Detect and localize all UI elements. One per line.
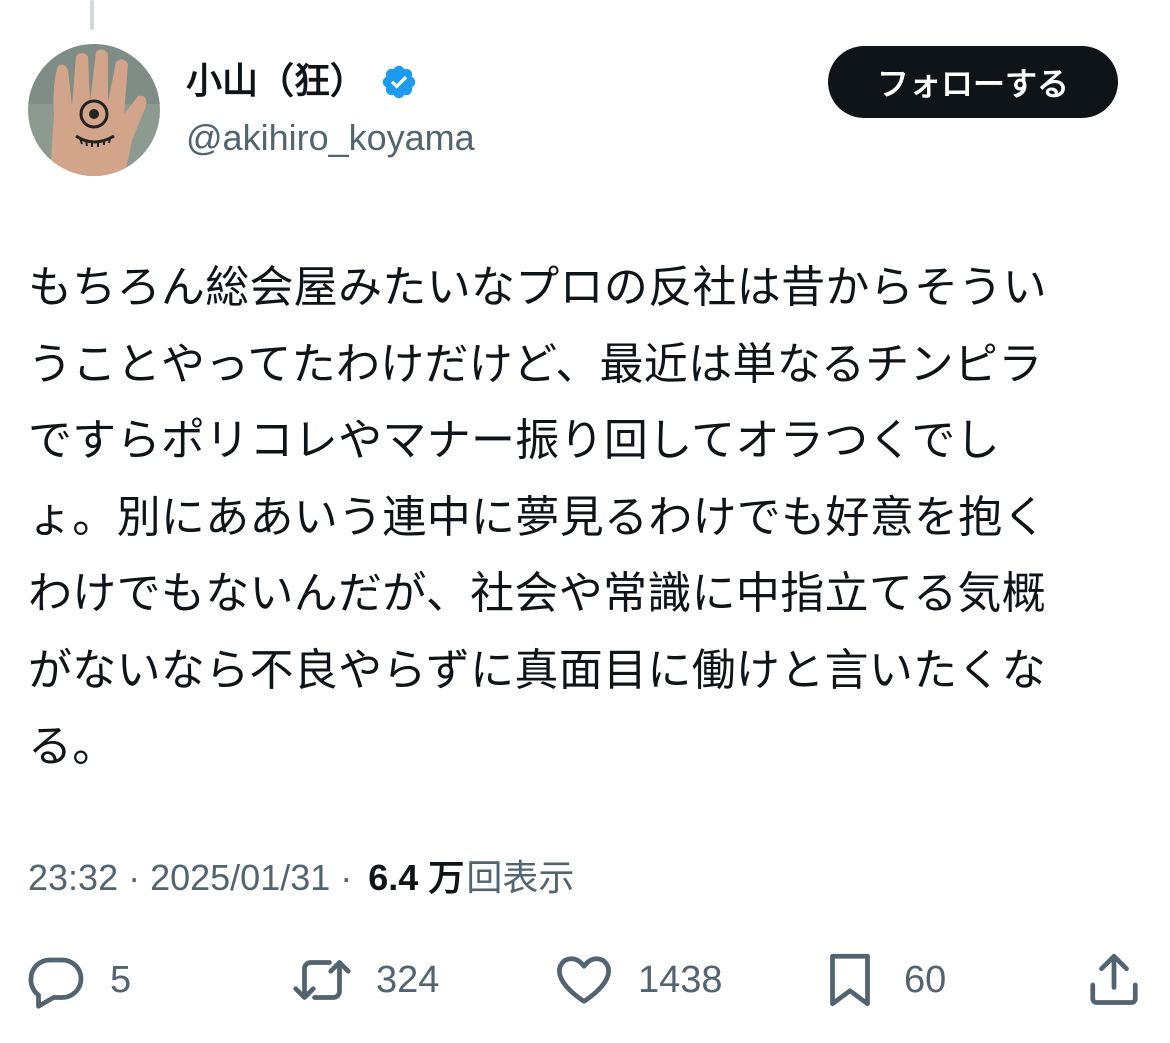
tweet-text-line: もちろん総会屋みたいなプロの反社は昔からそうい [28,262,1047,313]
tweet-meta: 23:32 · 2025/01/31 · 6.4 万 回表示 [28,852,574,904]
author-handle[interactable]: @akihiro_koyama [186,114,475,162]
reply-count: 5 [110,958,132,1001]
author-name-row[interactable]: 小山（狂） [186,58,418,106]
tweet-text-line: うことやってたわけだけど、最近は単なるチンピラ [28,338,1043,390]
tweet-date[interactable]: 2025/01/31 [150,852,330,904]
like-button[interactable]: 1438 [554,940,723,1020]
repost-count: 324 [376,958,440,1001]
tweet-text-line: ですらポリコレやマナー振り回してオラつくでし [28,415,1000,466]
verified-badge-icon[interactable] [380,63,418,101]
share-icon [1090,953,1138,1005]
bookmark-button[interactable]: 60 [820,940,946,1020]
share-button[interactable] [1084,940,1144,1020]
tweet-text-line: わけでもないんだが、社会や常識に中指立てる気概 [28,568,1047,619]
follow-button[interactable]: フォローする [828,46,1118,118]
reply-icon [28,957,84,1009]
views-label[interactable]: 回表示 [466,852,574,904]
meta-separator: · [340,857,353,898]
tweet-actions-bar: 5 324 1438 60 [0,940,1170,1020]
tweet-time[interactable]: 23:32 [28,852,118,904]
thread-connector-line [90,0,94,30]
avatar-image [28,44,160,176]
tweet-text-line: がないなら不良やらずに真面目に働けと言いたくな [28,644,1047,696]
repost-icon [293,960,351,1000]
avatar[interactable] [28,44,160,176]
tweet-text: もちろん総会屋みたいなプロの反社は昔からそうい うことやってたわけだけど、最近は… [28,250,1142,786]
bookmark-icon [830,953,870,1007]
heart-icon [557,956,611,1004]
author-display-name[interactable]: 小山（狂） [186,58,366,106]
tweet-text-line: る。 [28,721,117,772]
repost-button[interactable]: 324 [292,940,439,1020]
meta-separator: · [128,857,141,898]
bookmark-count: 60 [904,958,947,1001]
like-count: 1438 [638,958,723,1001]
tweet-text-line: ょ。別にああいう連中に夢見るわけでも好意を抱く [28,491,1047,543]
reply-button[interactable]: 5 [26,940,131,1020]
views-count[interactable]: 6.4 万 [368,852,464,904]
